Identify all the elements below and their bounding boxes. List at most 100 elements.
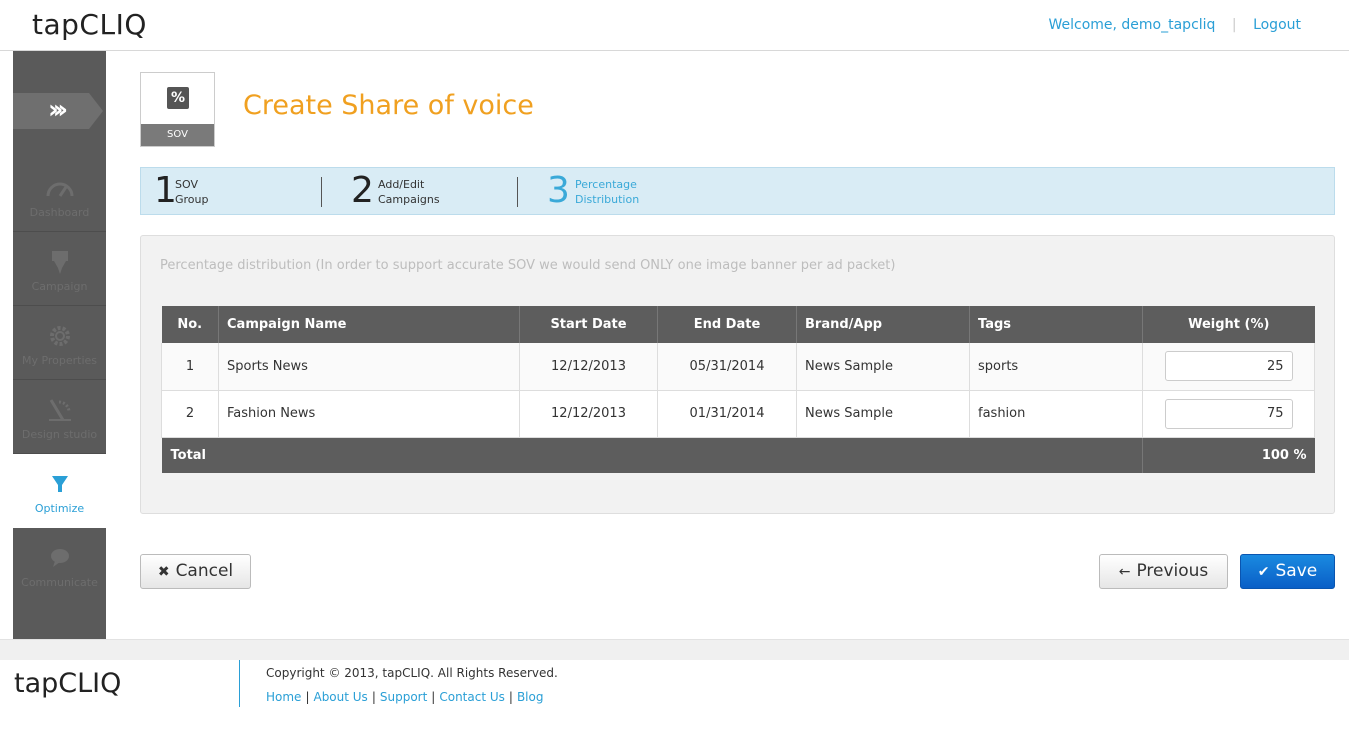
sidebar-item-communicate[interactable]: Communicate bbox=[13, 528, 106, 602]
table-total-row: Total 100 % bbox=[161, 437, 1315, 473]
col-no: No. bbox=[161, 306, 219, 343]
sidebar-item-design-studio[interactable]: Design studio bbox=[13, 380, 106, 454]
chevrons-right-icon: ››› bbox=[48, 95, 68, 125]
logo[interactable]: tapCLIQ bbox=[32, 8, 147, 41]
table-row: 2 Fashion News 12/12/2013 01/31/2014 New… bbox=[161, 390, 1315, 438]
footer-link-separator: | bbox=[508, 690, 513, 704]
welcome-link[interactable]: Welcome, demo_tapcliq bbox=[1048, 17, 1215, 33]
footer-link-about-us[interactable]: About Us bbox=[313, 690, 367, 704]
header: tapCLIQ Welcome, demo_tapcliq | Logout bbox=[0, 0, 1349, 51]
sidebar: ››› Dashboard Campaign My Properties Des… bbox=[13, 51, 106, 639]
copyright: Copyright © 2013, tapCLIQ. All Rights Re… bbox=[266, 666, 558, 680]
gear-icon bbox=[49, 326, 70, 346]
panel-note: Percentage distribution (In order to sup… bbox=[160, 258, 896, 273]
step-number: 2 bbox=[351, 170, 374, 211]
sidebar-toggle[interactable]: ››› bbox=[13, 93, 103, 129]
distribution-panel: Percentage distribution (In order to sup… bbox=[140, 235, 1335, 514]
cancel-button-label: Cancel bbox=[175, 561, 234, 581]
step-divider bbox=[517, 177, 518, 207]
cell-campaign-name: Fashion News bbox=[218, 390, 520, 438]
sidebar-item-campaign[interactable]: Campaign bbox=[13, 232, 106, 306]
step-label: Add/Edit Campaigns bbox=[378, 178, 440, 206]
col-end-date: End Date bbox=[657, 306, 797, 343]
weight-input[interactable] bbox=[1164, 398, 1293, 429]
header-separator: | bbox=[1231, 17, 1237, 33]
footer-divider bbox=[239, 660, 240, 707]
sidebar-item-my-properties[interactable]: My Properties bbox=[13, 306, 106, 380]
footer-link-blog[interactable]: Blog bbox=[517, 690, 544, 704]
save-button-label: Save bbox=[1275, 561, 1318, 581]
sidebar-item-optimize[interactable]: Optimize bbox=[13, 454, 106, 528]
design-icon bbox=[48, 399, 71, 421]
table-header-row: No. Campaign Name Start Date End Date Br… bbox=[161, 306, 1315, 343]
chat-icon bbox=[50, 549, 69, 567]
sidebar-item-label: Design studio bbox=[21, 428, 98, 441]
sov-badge: % SOV bbox=[140, 72, 215, 147]
previous-button[interactable]: ← Previous bbox=[1099, 554, 1228, 589]
sidebar-item-label: Communicate bbox=[21, 576, 98, 589]
footer-links: Home | About Us | Support | Contact Us | Blog bbox=[266, 690, 543, 704]
step-divider bbox=[321, 177, 322, 207]
cell-weight bbox=[1142, 343, 1315, 391]
footer-band bbox=[0, 639, 1349, 660]
cell-end-date: 05/31/2014 bbox=[657, 343, 797, 391]
footer-logo-cliq: CLIQ bbox=[58, 668, 122, 699]
col-weight: Weight (%) bbox=[1142, 306, 1315, 343]
footer-link-support[interactable]: Support bbox=[380, 690, 427, 704]
arrow-left-icon: ← bbox=[1118, 564, 1131, 580]
col-brand-app: Brand/App bbox=[796, 306, 970, 343]
campaign-icon bbox=[51, 251, 68, 274]
logo-cliq: CLIQ bbox=[79, 8, 147, 41]
step-label: SOV Group bbox=[175, 178, 209, 206]
cell-brand-app: News Sample bbox=[796, 390, 970, 438]
footer-link-contact-us[interactable]: Contact Us bbox=[439, 690, 505, 704]
cell-no: 2 bbox=[161, 390, 219, 438]
previous-button-label: Previous bbox=[1136, 561, 1209, 581]
sidebar-item-label: Optimize bbox=[34, 502, 85, 515]
cell-campaign-name: Sports News bbox=[218, 343, 520, 391]
step-number: 1 bbox=[154, 170, 177, 211]
col-start-date: Start Date bbox=[519, 306, 658, 343]
save-button[interactable]: ✔ Save bbox=[1240, 554, 1335, 589]
footer-link-home[interactable]: Home bbox=[266, 690, 301, 704]
cell-start-date: 12/12/2013 bbox=[519, 390, 658, 438]
cancel-button[interactable]: ✖ Cancel bbox=[140, 554, 251, 589]
sidebar-item-label: My Properties bbox=[21, 354, 98, 367]
cell-tags: sports bbox=[969, 343, 1143, 391]
cell-no: 1 bbox=[161, 343, 219, 391]
sidebar-item-label: Campaign bbox=[31, 280, 88, 293]
footer-logo-tap: tap bbox=[14, 668, 59, 699]
footer-logo[interactable]: tapCLIQ bbox=[14, 668, 121, 699]
sov-badge-label: SOV bbox=[141, 124, 214, 146]
cell-weight bbox=[1142, 390, 1315, 438]
close-icon: ✖ bbox=[157, 564, 170, 580]
page-title: Create Share of voice bbox=[243, 90, 534, 121]
footer-link-separator: | bbox=[431, 690, 436, 704]
cell-end-date: 01/31/2014 bbox=[657, 390, 797, 438]
table-row: 1 Sports News 12/12/2013 05/31/2014 News… bbox=[161, 343, 1315, 391]
total-value: 100 % bbox=[1142, 437, 1315, 473]
filter-icon bbox=[51, 476, 68, 492]
weight-input[interactable] bbox=[1164, 351, 1293, 382]
total-label: Total bbox=[161, 437, 1143, 473]
footer-link-separator: | bbox=[371, 690, 376, 704]
step-label: Percentage Distribution bbox=[575, 178, 640, 206]
step-number: 3 bbox=[547, 170, 570, 211]
cell-brand-app: News Sample bbox=[796, 343, 970, 391]
sidebar-item-label: Dashboard bbox=[29, 206, 90, 219]
logout-link[interactable]: Logout bbox=[1253, 17, 1301, 33]
check-icon: ✔ bbox=[1257, 564, 1270, 580]
logo-tap: tap bbox=[32, 8, 80, 41]
percent-icon: % bbox=[167, 87, 189, 109]
campaign-table: No. Campaign Name Start Date End Date Br… bbox=[161, 306, 1315, 473]
cell-start-date: 12/12/2013 bbox=[519, 343, 658, 391]
footer-link-separator: | bbox=[305, 690, 310, 704]
gauge-icon bbox=[46, 182, 73, 197]
wizard-steps: 1 SOV Group 2 Add/Edit Campaigns 3 Percent… bbox=[140, 167, 1335, 215]
sidebar-item-dashboard[interactable]: Dashboard bbox=[13, 158, 106, 232]
col-campaign-name: Campaign Name bbox=[218, 306, 520, 343]
col-tags: Tags bbox=[969, 306, 1143, 343]
footer: tapCLIQ Copyright © 2013, tapCLIQ. All R… bbox=[0, 660, 1349, 730]
cell-tags: fashion bbox=[969, 390, 1143, 438]
header-links: Welcome, demo_tapcliq | Logout bbox=[1048, 17, 1301, 33]
